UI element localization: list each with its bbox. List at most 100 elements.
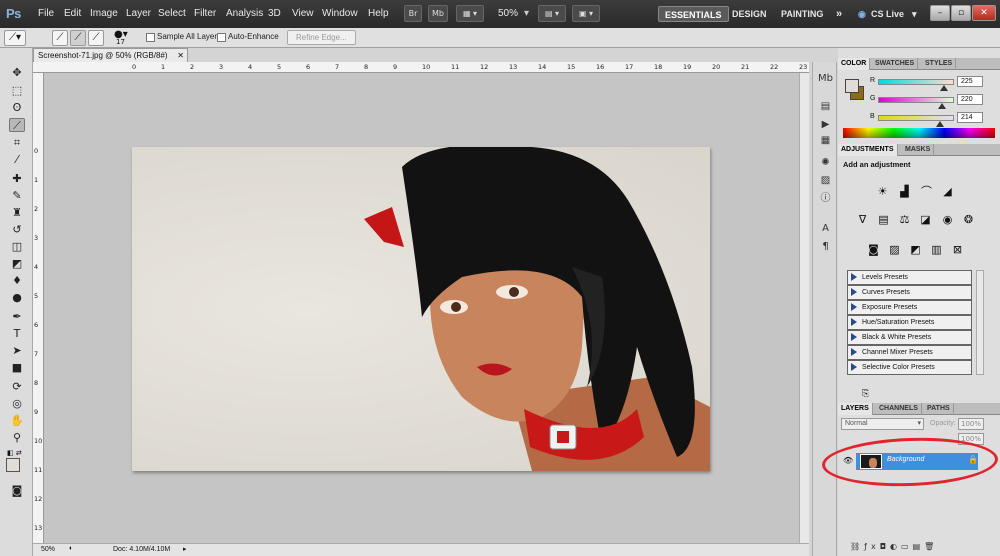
workspace-design[interactable]: DESIGN (732, 6, 767, 22)
view-extras-button[interactable]: ▦ ▾ (456, 5, 484, 22)
channel-mixer-icon[interactable]: ❂ (961, 213, 976, 226)
status-zoom[interactable]: 50% (41, 546, 55, 553)
color-balance-icon[interactable]: ⚖ (897, 213, 912, 226)
posterize-icon[interactable]: ▨ (887, 243, 902, 256)
menu-filter[interactable]: Filter (194, 8, 216, 19)
levels-icon[interactable]: ▟ (897, 185, 912, 198)
marquee-tool-icon[interactable]: ⬚ (9, 84, 25, 98)
more-workspaces-icon[interactable]: » (836, 6, 842, 22)
r-slider-thumb[interactable] (940, 85, 948, 91)
hand-tool-icon[interactable]: ✋ (9, 414, 25, 428)
eraser-tool-icon[interactable]: ◫ (9, 240, 25, 254)
opacity-input[interactable]: 100% (958, 418, 984, 430)
bridge-button[interactable]: Br (404, 5, 422, 22)
move-tool-icon[interactable]: ✥ (9, 66, 25, 80)
eyedropper-tool-icon[interactable]: ⁄ (9, 153, 25, 167)
g-slider-thumb[interactable] (938, 103, 946, 109)
document-image[interactable] (132, 147, 710, 471)
menu-file[interactable]: File (38, 8, 54, 19)
tab-layers[interactable]: LAYERS (838, 403, 873, 415)
path-selection-tool-icon[interactable]: ➤ (9, 344, 25, 358)
dodge-tool-icon[interactable]: ● (9, 291, 25, 305)
foreground-color-swatch[interactable] (6, 458, 20, 472)
tab-channels[interactable]: CHANNELS (876, 403, 922, 415)
threshold-icon[interactable]: ◩ (908, 243, 923, 256)
b-slider-thumb[interactable] (936, 121, 944, 127)
tab-swatches[interactable]: SWATCHES (872, 58, 919, 70)
exposure-presets[interactable]: Exposure Presets (847, 300, 972, 315)
document-tab[interactable]: Screenshot-71.jpg @ 50% (RGB/8#) ✕ (33, 48, 188, 62)
tab-paths[interactable]: PATHS (924, 403, 954, 415)
workspace-essentials[interactable]: ESSENTIALS (658, 6, 729, 22)
menu-view[interactable]: View (292, 8, 314, 19)
workspace-painting[interactable]: PAINTING (781, 6, 823, 22)
curves-presets[interactable]: Curves Presets (847, 285, 972, 300)
minibridge-button[interactable]: Mb (428, 5, 448, 22)
tab-styles[interactable]: STYLES (922, 58, 957, 70)
invert-icon[interactable]: ◙ (866, 243, 881, 256)
clone-stamp-tool-icon[interactable]: ♜ (9, 206, 25, 220)
menu-edit[interactable]: Edit (64, 8, 81, 19)
type-tool-icon[interactable]: T (9, 327, 25, 341)
screen-mode-button[interactable]: ▣ ▾ (572, 5, 600, 22)
gradient-map-icon[interactable]: ▥ (929, 243, 944, 256)
menu-select[interactable]: Select (158, 8, 186, 19)
menu-layer[interactable]: Layer (126, 8, 151, 19)
actions-panel-icon[interactable]: ▶ (818, 118, 833, 132)
add-to-selection-icon[interactable]: ⟋ (70, 30, 86, 46)
rectangle-tool-icon[interactable]: ■ (9, 361, 25, 375)
close-tab-icon[interactable]: ✕ (177, 49, 184, 62)
b-value[interactable]: 214 (957, 112, 983, 123)
zoom-level[interactable]: 50% (498, 8, 518, 19)
curves-icon[interactable]: ⌒ (919, 185, 934, 198)
photo-filter-icon[interactable]: ◉ (940, 213, 955, 226)
pen-tool-icon[interactable]: ✒ (9, 310, 25, 324)
character-panel-icon[interactable]: A (818, 222, 833, 236)
brushes-panel-icon[interactable]: ▦ (818, 134, 833, 148)
foreground-color-chip[interactable] (845, 79, 859, 93)
menu-analysis[interactable]: Analysis (226, 8, 263, 19)
hue-saturation-icon[interactable]: ▤ (876, 213, 891, 226)
subtract-selection-icon[interactable]: ⟋ (88, 30, 104, 46)
channel-mixer-presets[interactable]: Channel Mixer Presets (847, 345, 972, 360)
selective-color-presets[interactable]: Selective Color Presets (847, 360, 972, 375)
histogram-panel-icon[interactable]: ▨ (818, 174, 833, 188)
cslive-icon[interactable]: ◉ (858, 6, 866, 22)
brightness-contrast-icon[interactable]: ☀ (875, 185, 890, 198)
tab-color[interactable]: COLOR (838, 58, 871, 70)
menu-image[interactable]: Image (90, 8, 118, 19)
minimize-icon[interactable]: – (930, 5, 950, 21)
color-ramp[interactable] (843, 128, 995, 138)
black-white-icon[interactable]: ◪ (918, 213, 933, 226)
tab-adjustments[interactable]: ADJUSTMENTS (838, 144, 898, 156)
layers-footer-icons[interactable]: ⛓ƒx◘◐▭▤🗑 (850, 542, 938, 551)
g-value[interactable]: 220 (957, 94, 983, 105)
blur-tool-icon[interactable]: ♦ (9, 274, 25, 288)
cslive-chevron-icon[interactable]: ▾ (912, 6, 917, 22)
restore-icon[interactable]: ▫ (951, 5, 971, 21)
paint-bucket-tool-icon[interactable]: ◩ (9, 257, 25, 271)
black-white-presets[interactable]: Black & White Presets (847, 330, 972, 345)
history-brush-tool-icon[interactable]: ↺ (9, 223, 25, 237)
crop-tool-icon[interactable]: ⌗ (9, 136, 25, 150)
paragraph-panel-icon[interactable]: ¶ (818, 240, 833, 254)
cslive-button[interactable]: CS Live (871, 6, 904, 22)
blend-mode-select[interactable]: Normal ▾ (841, 418, 924, 430)
info-panel-icon[interactable]: ⓘ (818, 192, 833, 206)
refine-edge-button[interactable]: Refine Edge... (287, 30, 356, 45)
history-panel-icon[interactable]: ▤ (818, 100, 833, 114)
menu-help[interactable]: Help (368, 8, 389, 19)
presets-scrollbar[interactable] (976, 270, 984, 375)
menu-window[interactable]: Window (322, 8, 358, 19)
r-value[interactable]: 225 (957, 76, 983, 87)
navigator-panel-icon[interactable]: ✺ (818, 156, 833, 170)
chevron-down-icon[interactable]: ▾ (524, 8, 529, 19)
status-menu-icon[interactable]: ▸ (183, 545, 187, 553)
status-info-icon[interactable]: ◐ (69, 545, 73, 552)
3d-orbit-tool-icon[interactable]: ◎ (9, 397, 25, 411)
vibrance-icon[interactable]: ∇ (855, 213, 870, 226)
vertical-scrollbar[interactable] (799, 73, 809, 543)
selective-color-icon[interactable]: ⊠ (950, 243, 965, 256)
default-colors-icon[interactable]: ◧ ⇄ (7, 449, 22, 457)
quick-mask-icon[interactable]: ◙ (9, 484, 25, 498)
